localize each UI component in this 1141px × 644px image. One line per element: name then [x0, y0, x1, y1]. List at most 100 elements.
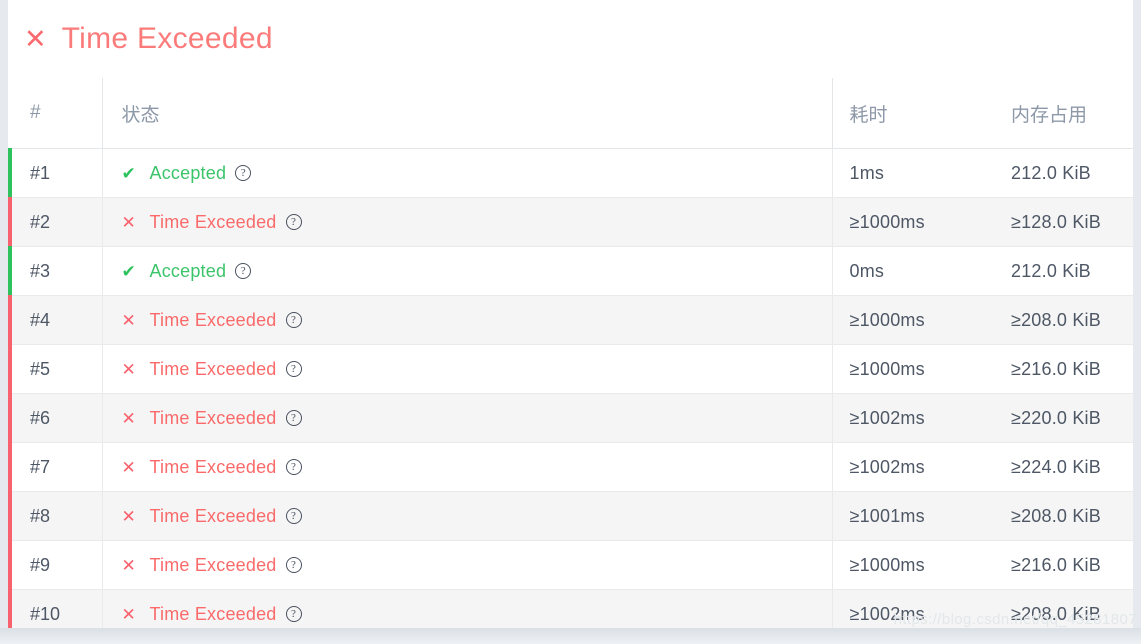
status-label: Time Exceeded	[149, 358, 277, 379]
testcase-number-label: #9	[30, 554, 51, 575]
time-value: ≥1001ms	[849, 505, 925, 526]
status-badge: ✕ Time Exceeded?	[122, 310, 832, 331]
cell-memory: ≥224.0 KiB	[992, 442, 1133, 492]
time-value: 1ms	[849, 162, 885, 183]
row-status-accent-bar	[8, 148, 12, 197]
row-status-accent-bar	[8, 246, 12, 295]
cell-status: ✕ Time Exceeded?	[101, 344, 832, 394]
status-label: Time Exceeded	[149, 211, 277, 232]
table-row[interactable]: #9 ✕ Time Exceeded? ≥1000ms ≥216.0 KiB	[8, 540, 1133, 590]
help-circle-icon[interactable]: ?	[285, 214, 302, 230]
cell-testcase-number: #6	[8, 393, 102, 443]
cell-testcase-number: #10	[8, 589, 102, 629]
cross-icon: ✕	[121, 457, 136, 477]
memory-value: ≥216.0 KiB	[1011, 358, 1101, 379]
status-badge: ✕ Time Exceeded?	[122, 555, 832, 576]
status-label: Accepted	[149, 260, 227, 281]
cell-testcase-number: #3	[8, 246, 102, 296]
status-label: Time Exceeded	[149, 456, 277, 477]
column-header-time: 耗时	[831, 78, 992, 149]
cell-time: ≥1001ms	[831, 491, 992, 541]
help-circle-icon[interactable]: ?	[285, 459, 302, 475]
table-row[interactable]: #2 ✕ Time Exceeded? ≥1000ms ≥128.0 KiB	[8, 197, 1133, 247]
time-value: ≥1000ms	[849, 211, 925, 232]
row-status-accent-bar	[8, 491, 12, 540]
testcase-number-label: #7	[30, 456, 51, 477]
table-row[interactable]: #3 ✔ Accepted? 0ms 212.0 KiB	[8, 246, 1133, 296]
memory-value: 212.0 KiB	[1011, 260, 1091, 281]
cross-icon: ✕	[121, 212, 136, 232]
row-status-accent-bar	[8, 540, 12, 589]
page-root: ✕ Time Exceeded # 状态 耗时 内存占用 #1 ✔ Accepted…	[0, 0, 1141, 644]
table-body: #1 ✔ Accepted? 1ms 212.0 KiB #2 ✕ Time Exceeded…	[8, 148, 1133, 629]
testcase-number-label: #8	[30, 505, 51, 526]
table-row[interactable]: #1 ✔ Accepted? 1ms 212.0 KiB	[8, 148, 1133, 198]
cell-testcase-number: #8	[8, 491, 102, 541]
help-circle-icon[interactable]: ?	[285, 410, 302, 426]
cell-time: ≥1002ms	[831, 442, 992, 492]
status-badge: ✕ Time Exceeded?	[122, 506, 832, 527]
help-circle-icon[interactable]: ?	[285, 606, 302, 622]
table-header-row: # 状态 耗时 内存占用	[8, 78, 1133, 149]
help-circle-icon[interactable]: ?	[285, 508, 302, 524]
cell-time: ≥1000ms	[831, 295, 992, 345]
status-badge: ✕ Time Exceeded?	[122, 604, 832, 625]
cell-testcase-number: #4	[8, 295, 102, 345]
testcase-number-label: #6	[30, 407, 51, 428]
table-row[interactable]: #4 ✕ Time Exceeded? ≥1000ms ≥208.0 KiB	[8, 295, 1133, 345]
row-status-accent-bar	[8, 344, 12, 393]
cell-testcase-number: #9	[8, 540, 102, 590]
cell-memory: ≥208.0 KiB	[992, 589, 1133, 629]
cell-status: ✕ Time Exceeded?	[101, 491, 832, 541]
time-value: ≥1002ms	[849, 456, 925, 477]
status-badge: ✕ Time Exceeded?	[122, 457, 832, 478]
help-circle-icon[interactable]: ?	[235, 263, 252, 279]
cell-time: ≥1000ms	[831, 540, 992, 590]
table-row[interactable]: #7 ✕ Time Exceeded? ≥1002ms ≥224.0 KiB	[8, 442, 1133, 492]
status-badge: ✔ Accepted?	[122, 163, 832, 184]
memory-value: ≥224.0 KiB	[1011, 456, 1101, 477]
cell-memory: ≥208.0 KiB	[992, 491, 1133, 541]
column-header-status: 状态	[101, 78, 832, 149]
status-badge: ✕ Time Exceeded?	[122, 408, 832, 429]
cell-time: ≥1000ms	[831, 197, 992, 247]
status-label: Time Exceeded	[149, 603, 277, 624]
cell-memory: ≥216.0 KiB	[992, 540, 1133, 590]
testcase-number-label: #3	[30, 260, 51, 281]
page-title: ✕ Time Exceeded	[8, 0, 1133, 78]
cell-time: 1ms	[831, 148, 992, 198]
table-row[interactable]: #8 ✕ Time Exceeded? ≥1001ms ≥208.0 KiB	[8, 491, 1133, 541]
cell-memory: ≥208.0 KiB	[992, 295, 1133, 345]
cross-icon: ✕	[121, 359, 136, 379]
cell-testcase-number: #7	[8, 442, 102, 492]
time-value: ≥1000ms	[849, 554, 925, 575]
cross-icon: ✕	[24, 23, 47, 54]
cell-time: ≥1002ms	[831, 589, 992, 629]
help-circle-icon[interactable]: ?	[285, 312, 302, 328]
cell-status: ✕ Time Exceeded?	[101, 589, 832, 629]
table-row[interactable]: #5 ✕ Time Exceeded? ≥1000ms ≥216.0 KiB	[8, 344, 1133, 394]
cell-status: ✕ Time Exceeded?	[101, 540, 832, 590]
cross-icon: ✕	[121, 408, 136, 428]
memory-value: ≥216.0 KiB	[1011, 554, 1101, 575]
cross-icon: ✕	[121, 555, 136, 575]
help-circle-icon[interactable]: ?	[235, 165, 252, 181]
cell-status: ✔ Accepted?	[101, 148, 832, 198]
table-row[interactable]: #6 ✕ Time Exceeded? ≥1002ms ≥220.0 KiB	[8, 393, 1133, 443]
page-title-text: Time Exceeded	[61, 22, 273, 55]
cell-testcase-number: #1	[8, 148, 102, 198]
cell-memory: ≥216.0 KiB	[992, 344, 1133, 394]
cell-status: ✕ Time Exceeded?	[101, 197, 832, 247]
bottom-shadow	[0, 628, 1141, 644]
verdict-card: ✕ Time Exceeded # 状态 耗时 内存占用 #1 ✔ Accepted…	[8, 0, 1133, 629]
status-label: Time Exceeded	[149, 309, 277, 330]
table-row[interactable]: #10 ✕ Time Exceeded? ≥1002ms ≥208.0 KiB	[8, 589, 1133, 629]
help-circle-icon[interactable]: ?	[285, 361, 302, 377]
row-status-accent-bar	[8, 295, 12, 344]
cell-testcase-number: #5	[8, 344, 102, 394]
memory-value: ≥208.0 KiB	[1011, 505, 1101, 526]
status-label: Time Exceeded	[149, 505, 277, 526]
row-status-accent-bar	[8, 197, 12, 246]
time-value: ≥1002ms	[849, 603, 925, 624]
help-circle-icon[interactable]: ?	[285, 557, 302, 573]
